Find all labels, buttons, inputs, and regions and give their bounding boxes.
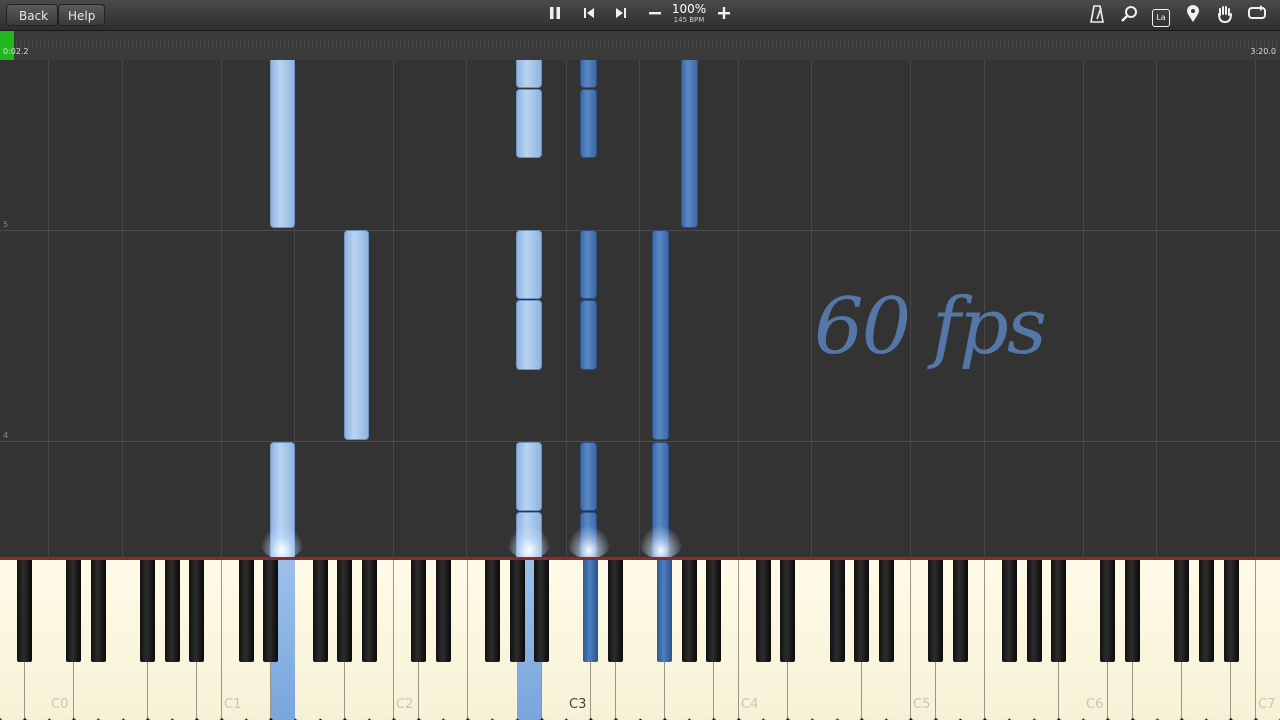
skip-back-icon[interactable] [578, 5, 600, 25]
black-key[interactable] [534, 560, 550, 662]
black-key[interactable] [928, 560, 944, 662]
piano-keyboard[interactable] [0, 560, 1280, 720]
black-key[interactable] [17, 560, 33, 662]
black-key[interactable] [66, 560, 82, 662]
note-right-hand [652, 230, 669, 440]
black-key[interactable] [361, 560, 377, 662]
white-key[interactable] [1255, 560, 1280, 720]
black-key[interactable] [238, 560, 254, 662]
total-time: 3:20.0 [1250, 47, 1276, 56]
key-hit-sparkle [260, 525, 304, 559]
black-key[interactable] [681, 560, 697, 662]
speed-display: 100% 145 BPM [670, 2, 708, 24]
black-key[interactable] [706, 560, 722, 662]
black-key[interactable] [1174, 560, 1190, 662]
black-key[interactable] [509, 560, 525, 662]
octave-label: C7 [1258, 697, 1276, 712]
black-key[interactable] [780, 560, 796, 662]
search-icon[interactable] [1118, 5, 1140, 25]
note-left-hand [516, 60, 542, 88]
black-key[interactable] [263, 560, 279, 662]
note-right-hand [580, 60, 597, 88]
black-key[interactable] [1198, 560, 1214, 662]
metronome-icon[interactable] [1086, 5, 1108, 25]
key-hit-sparkle [567, 525, 611, 559]
black-key[interactable] [1051, 560, 1067, 662]
black-key[interactable] [90, 560, 106, 662]
elapsed-time: 0:02.2 [3, 47, 29, 56]
octave-label-highlighted: C3 [569, 697, 587, 712]
black-key[interactable] [435, 560, 451, 662]
note-left-hand [516, 230, 542, 299]
label-icon[interactable]: La [1150, 5, 1172, 27]
black-key[interactable] [189, 560, 205, 662]
fps-overlay-text: 60 fps [814, 282, 1047, 372]
note-right-hand [681, 60, 698, 228]
black-key[interactable] [1001, 560, 1017, 662]
key-hit-sparkle [639, 525, 683, 559]
timeline-scrubber[interactable] [0, 31, 1280, 61]
black-key[interactable] [1125, 560, 1141, 662]
black-key[interactable] [657, 560, 673, 662]
black-key[interactable] [484, 560, 500, 662]
key-hit-sparkle [507, 525, 551, 559]
loop-icon[interactable] [1246, 5, 1268, 25]
minus-icon[interactable] [644, 5, 666, 25]
octave-label: C4 [741, 697, 759, 712]
note-left-hand [516, 89, 542, 158]
black-key[interactable] [1223, 560, 1239, 662]
help-button[interactable]: Help [58, 4, 106, 26]
black-key[interactable] [755, 560, 771, 662]
hand-icon[interactable] [1214, 5, 1236, 25]
note-left-hand [270, 60, 295, 228]
note-left-hand [516, 300, 542, 370]
black-key[interactable] [878, 560, 894, 662]
measure-number: 5 [3, 220, 9, 229]
speed-percent: 100% [671, 2, 707, 16]
black-key[interactable] [829, 560, 845, 662]
octave-label: C1 [224, 697, 242, 712]
octave-label: C2 [396, 697, 414, 712]
note-right-hand [580, 442, 597, 511]
pause-icon[interactable] [544, 5, 566, 25]
skip-forward-icon[interactable] [610, 5, 632, 25]
location-pin-icon[interactable] [1182, 5, 1204, 25]
black-key[interactable] [140, 560, 156, 662]
note-right-hand [580, 230, 597, 299]
plus-icon[interactable] [713, 5, 735, 25]
measure-number: 4 [3, 431, 9, 440]
black-key[interactable] [952, 560, 968, 662]
black-key[interactable] [411, 560, 427, 662]
note-left-hand [516, 442, 542, 511]
piano-roll: 5 4 [0, 60, 1280, 557]
octave-label: C6 [1086, 697, 1104, 712]
note-left-hand [344, 230, 369, 440]
label-icon-text: La [1152, 9, 1170, 27]
black-key[interactable] [583, 560, 599, 662]
black-key[interactable] [312, 560, 328, 662]
octave-label: C5 [913, 697, 931, 712]
octave-label: C0 [51, 697, 69, 712]
black-key[interactable] [1100, 560, 1116, 662]
toolbar: Back Help 100% 145 BPM La [0, 0, 1280, 31]
black-key[interactable] [164, 560, 180, 662]
black-key[interactable] [608, 560, 623, 662]
black-key[interactable] [1026, 560, 1042, 662]
note-right-hand [580, 300, 597, 370]
back-button[interactable]: Back [6, 4, 59, 26]
black-key[interactable] [854, 560, 870, 662]
black-key[interactable] [337, 560, 353, 662]
note-right-hand [580, 89, 597, 158]
bpm-label: 145 BPM [673, 16, 705, 24]
